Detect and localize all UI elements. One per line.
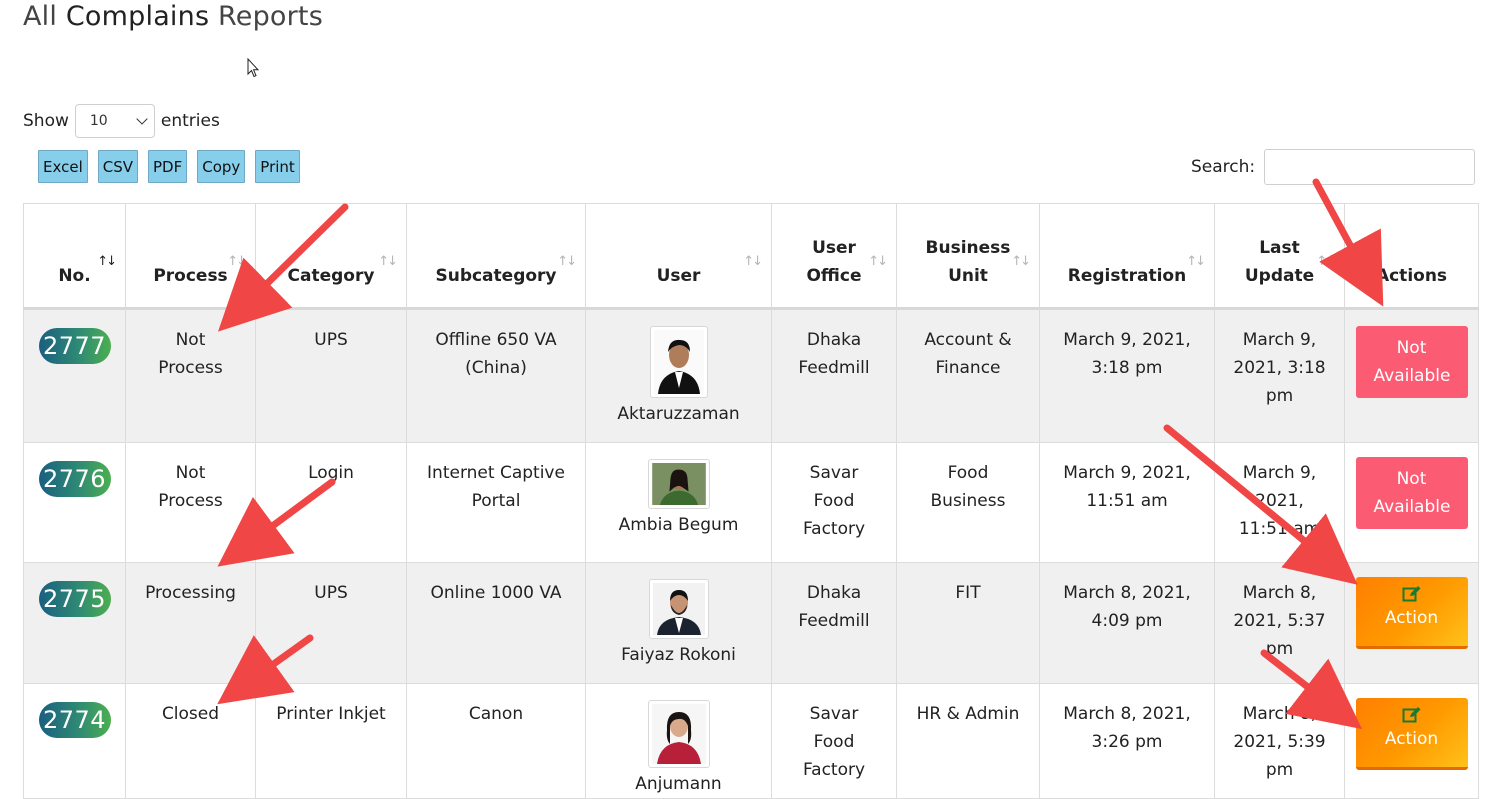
search-input[interactable] (1264, 149, 1476, 185)
process-cell: Not Process (125, 308, 256, 443)
sort-arrows-icon: ↑↓ (227, 254, 247, 269)
registration-cell: March 8, 2021, 3:26 pm (1039, 683, 1215, 799)
subcategory-cell: Internet Captive Portal (406, 442, 586, 563)
print-button[interactable]: Print (255, 150, 300, 183)
subcategory-cell: Offline 650 VA (China) (406, 308, 586, 443)
edit-icon (1402, 707, 1420, 723)
table-row: 2774 Closed Printer Inkjet Canon Anjuman… (23, 683, 1479, 799)
business-unit-cell: HR & Admin (896, 683, 1040, 799)
column-header-user[interactable]: User ↑↓ (585, 203, 772, 309)
category-cell: Login (255, 442, 407, 563)
user-name: Faiyaz Rokoni (621, 645, 736, 665)
user-avatar (649, 326, 708, 398)
business-unit-cell: Account & Finance (896, 308, 1040, 443)
sort-arrows-icon: ↑↓ (1316, 254, 1336, 269)
business-unit-cell: FIT (896, 562, 1040, 684)
entries-length-control: Show 10 entries (23, 103, 220, 139)
sort-arrows-icon: ↑↓ (1186, 254, 1206, 269)
entries-label: entries (160, 111, 220, 131)
registration-cell: March 9, 2021, 11:51 am (1039, 442, 1215, 563)
process-cell: Processing (125, 562, 256, 684)
page-title: All Complains Reports (23, 1, 323, 32)
pdf-button[interactable]: PDF (148, 150, 188, 183)
action-button-label: Action (1384, 729, 1439, 749)
column-header-process[interactable]: Process ↑↓ (125, 203, 256, 309)
column-header-user-office[interactable]: User Office ↑↓ (771, 203, 897, 309)
export-buttons: Excel CSV PDF Copy Print (38, 150, 300, 183)
last-update-cell: March 8, 2021, 5:39 pm (1214, 683, 1345, 799)
table-row: 2777 Not Process UPS Offline 650 VA (Chi… (23, 308, 1479, 443)
column-header-last-update[interactable]: Last Update ↑↓ (1214, 203, 1345, 309)
sort-arrows-icon: ↑↓ (378, 254, 398, 269)
user-office-cell: Dhaka Feedmill (771, 562, 897, 684)
excel-button[interactable]: Excel (38, 150, 88, 183)
column-header-business-unit[interactable]: Business Unit ↑↓ (896, 203, 1040, 309)
action-button[interactable]: Action (1355, 698, 1468, 770)
sort-arrows-icon: ↑↓ (1011, 254, 1031, 269)
registration-cell: March 9, 2021, 3:18 pm (1039, 308, 1215, 443)
subcategory-cell: Online 1000 VA (406, 562, 586, 684)
mouse-cursor-icon (247, 58, 259, 78)
last-update-cell: March 9, 2021, 3:18 pm (1214, 308, 1345, 443)
complaint-number-badge: 2774 (38, 702, 111, 738)
complaints-table: No. ↑↓ Process ↑↓ Category ↑↓ Subcategory ↑↓… (23, 203, 1479, 799)
column-header-category[interactable]: Category ↑↓ (255, 203, 407, 309)
user-name: Anjumann (635, 774, 722, 794)
last-update-cell: March 8, 2021, 5:37 pm (1214, 562, 1345, 684)
complaint-number-badge: 2776 (38, 461, 111, 497)
not-available-button[interactable]: Not Available (1355, 326, 1468, 398)
subcategory-cell: Canon (406, 683, 586, 799)
complaint-number-badge: 2777 (38, 328, 111, 364)
last-update-cell: March 9, 2021, 11:51 am (1214, 442, 1345, 563)
table-header-row: No. ↑↓ Process ↑↓ Category ↑↓ Subcategory ↑↓… (23, 203, 1479, 309)
sort-arrows-icon: ↑↓ (557, 254, 577, 269)
column-header-subcategory[interactable]: Subcategory ↑↓ (406, 203, 586, 309)
copy-button[interactable]: Copy (197, 150, 246, 183)
user-name: Ambia Begum (618, 515, 739, 535)
sort-arrows-icon: ↑↓ (868, 254, 888, 269)
table-row: 2775 Processing UPS Online 1000 VA Faiya… (23, 562, 1479, 684)
complaint-number-badge: 2775 (38, 581, 111, 617)
process-cell: Closed (125, 683, 256, 799)
column-header-actions: Actions (1344, 203, 1479, 309)
column-header-no[interactable]: No. ↑↓ (23, 203, 126, 309)
registration-cell: March 8, 2021, 4:09 pm (1039, 562, 1215, 684)
not-available-button[interactable]: Not Available (1355, 457, 1468, 529)
user-avatar (648, 579, 709, 639)
user-avatar (647, 700, 710, 768)
user-office-cell: Savar Food Factory (771, 683, 897, 799)
action-button-label: Action (1384, 608, 1439, 628)
sort-arrows-icon: ↑↓ (97, 254, 117, 269)
entries-select[interactable]: 10 (74, 104, 155, 138)
search-label: Search: (1191, 157, 1256, 177)
show-label: Show (23, 111, 69, 131)
user-avatar (647, 459, 710, 509)
user-office-cell: Dhaka Feedmill (771, 308, 897, 443)
business-unit-cell: Food Business (896, 442, 1040, 563)
entries-select-value: 10 (89, 113, 108, 129)
user-name: Aktaruzzaman (617, 404, 740, 424)
sort-arrows-icon: ↑↓ (743, 254, 763, 269)
user-office-cell: Savar Food Factory (771, 442, 897, 563)
action-button[interactable]: Action (1355, 577, 1468, 649)
chevron-down-icon (136, 113, 148, 125)
search-control: Search: (1191, 149, 1476, 185)
table-row: 2776 Not Process Login Internet Captive … (23, 442, 1479, 563)
category-cell: Printer Inkjet (255, 683, 407, 799)
category-cell: UPS (255, 562, 407, 684)
column-header-registration[interactable]: Registration ↑↓ (1039, 203, 1215, 309)
process-cell: Not Process (125, 442, 256, 563)
edit-icon (1402, 586, 1420, 602)
category-cell: UPS (255, 308, 407, 443)
csv-button[interactable]: CSV (97, 150, 138, 183)
